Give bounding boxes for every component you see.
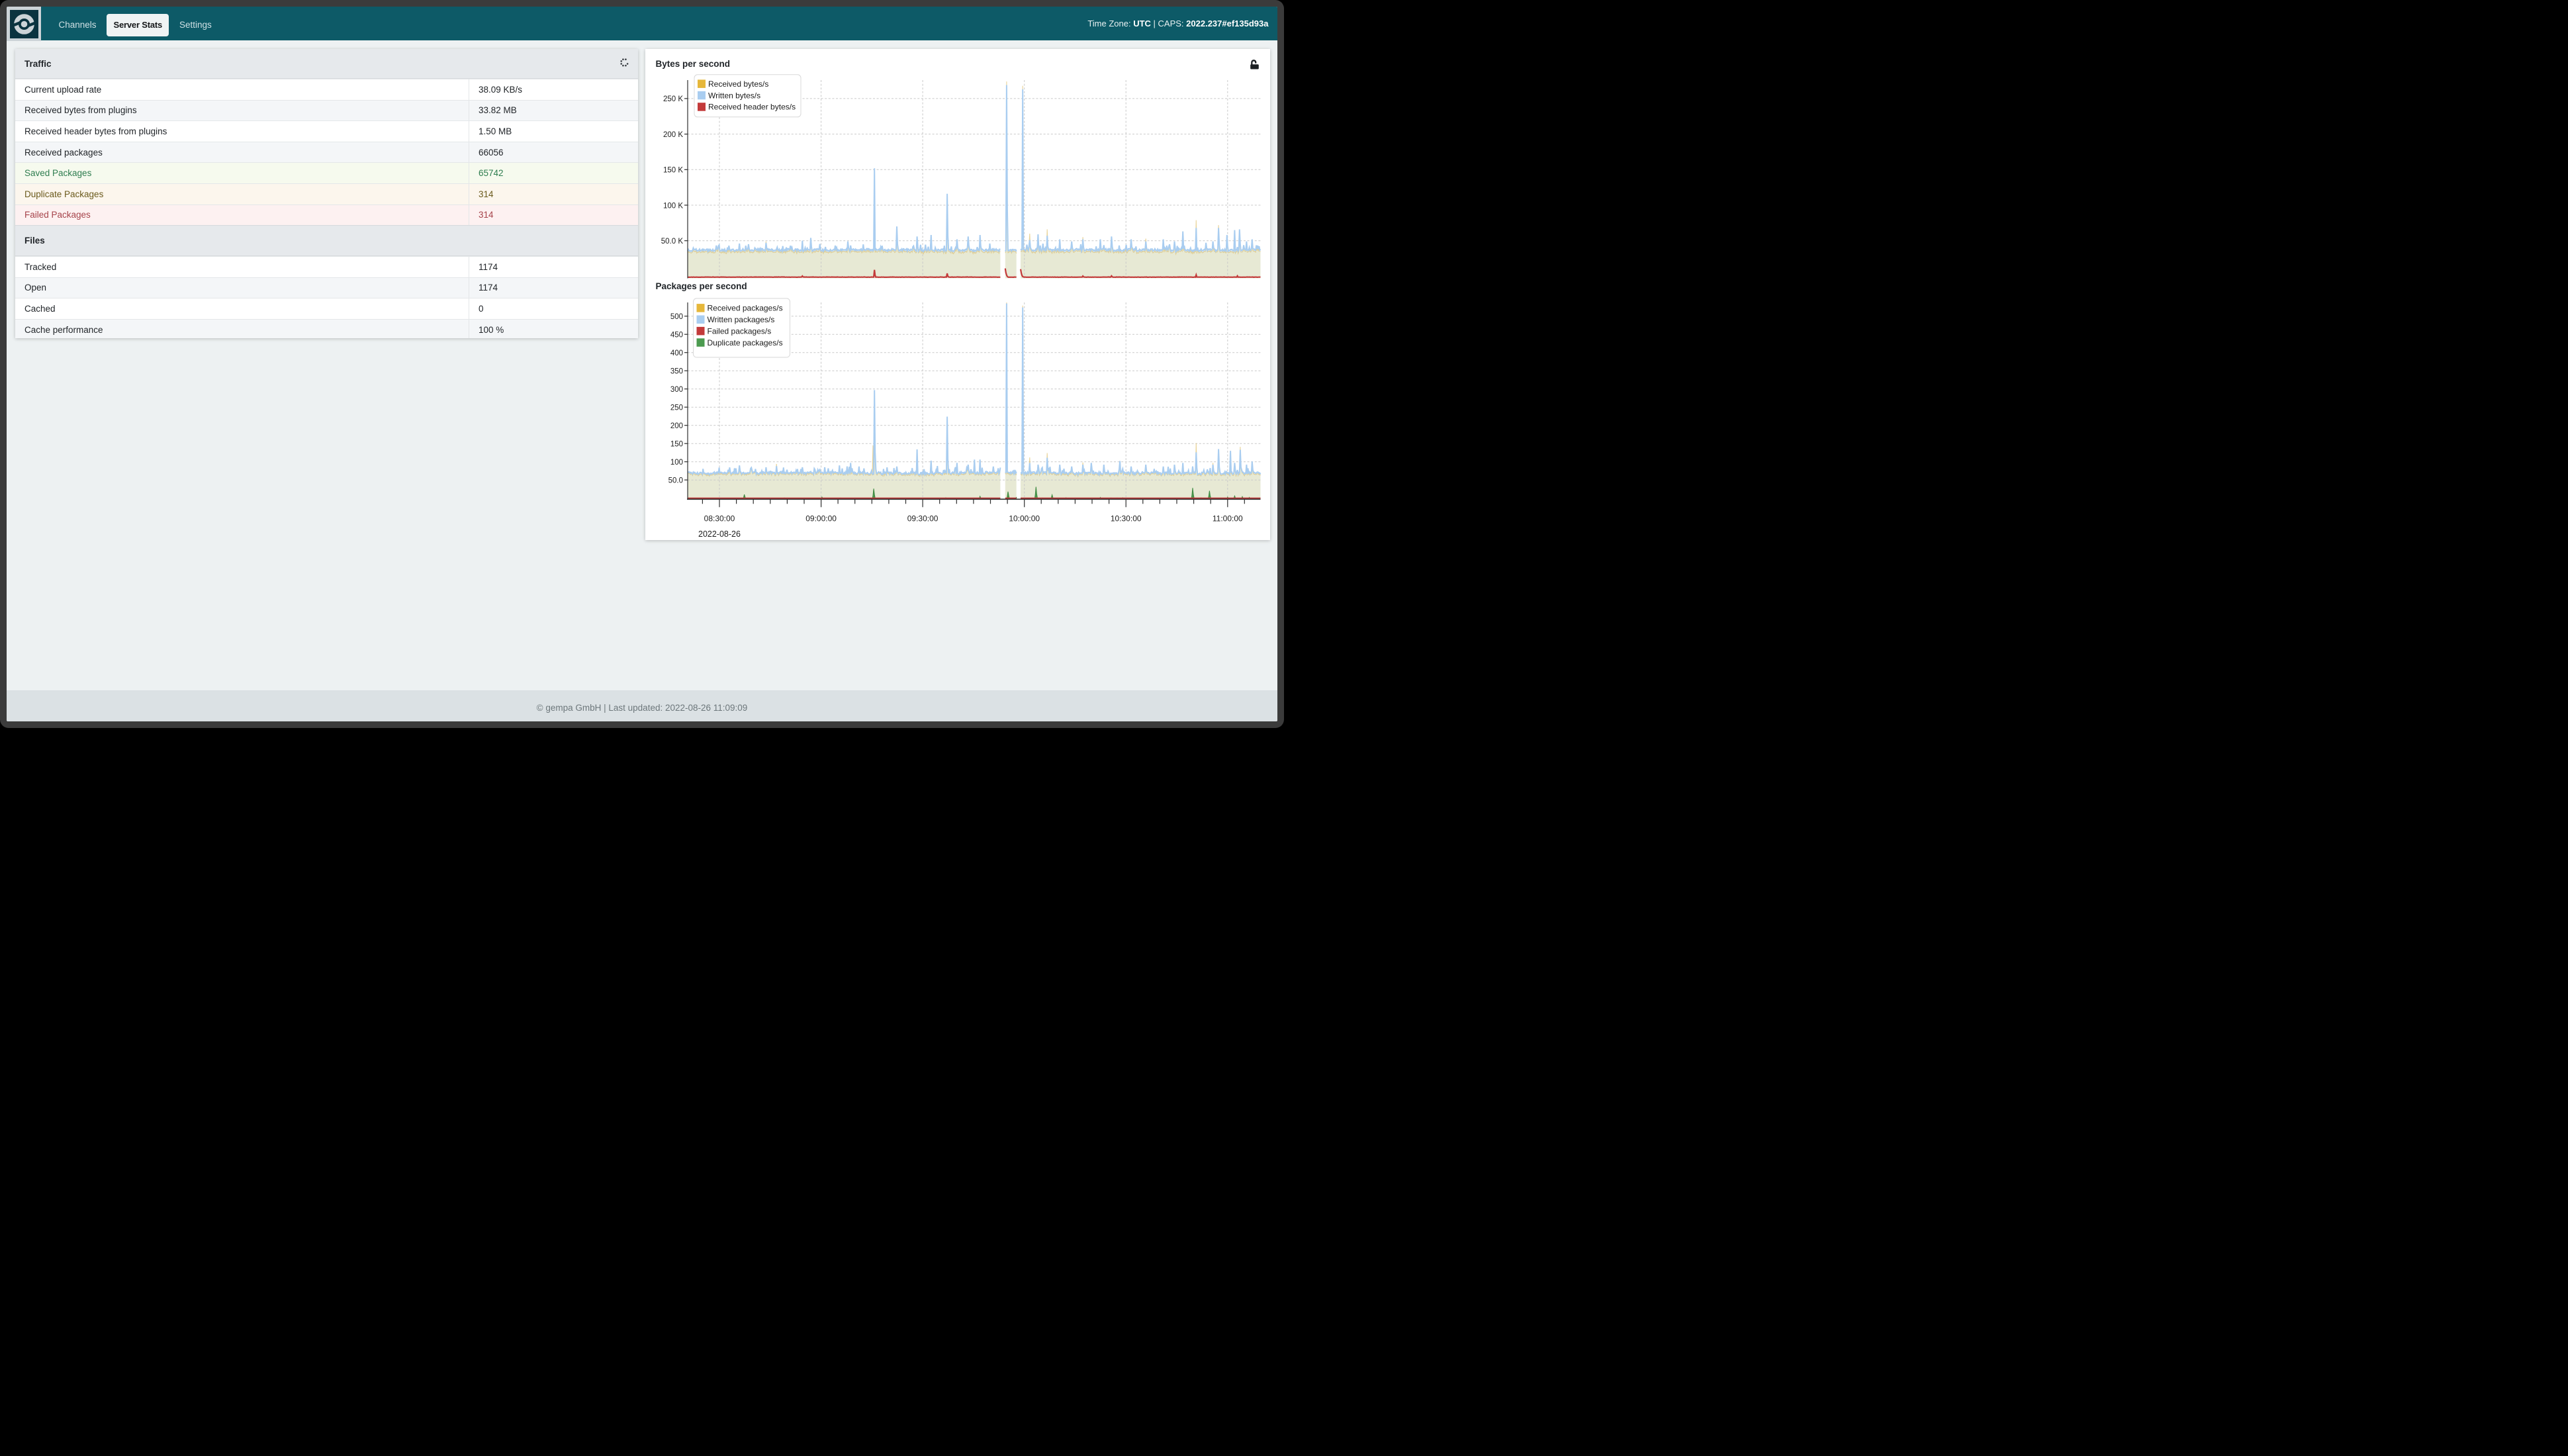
svg-text:500: 500 [670, 313, 683, 321]
svg-text:200: 200 [670, 422, 683, 430]
svg-text:09:30:00: 09:30:00 [907, 514, 939, 523]
svg-text:10:00:00: 10:00:00 [1009, 514, 1040, 523]
svg-text:100: 100 [670, 459, 683, 467]
svg-text:350: 350 [670, 368, 683, 376]
svg-text:150: 150 [670, 441, 683, 449]
svg-text:50.0 K: 50.0 K [661, 238, 684, 246]
svg-text:09:00:00: 09:00:00 [805, 514, 837, 523]
svg-text:Failed packages/s: Failed packages/s [708, 326, 772, 336]
svg-text:Received bytes/s: Received bytes/s [708, 79, 768, 89]
svg-text:Received packages/s: Received packages/s [708, 304, 783, 313]
svg-text:Written bytes/s: Written bytes/s [708, 91, 760, 100]
svg-text:200 K: 200 K [663, 131, 683, 139]
svg-text:150 K: 150 K [663, 167, 683, 175]
svg-text:10:30:00: 10:30:00 [1111, 514, 1142, 523]
svg-text:250 K: 250 K [663, 95, 683, 103]
svg-text:400: 400 [670, 349, 683, 357]
svg-text:2022-08-26: 2022-08-26 [698, 529, 741, 539]
svg-text:Written packages/s: Written packages/s [708, 315, 775, 324]
svg-text:11:00:00: 11:00:00 [1213, 514, 1243, 523]
svg-text:Duplicate packages/s: Duplicate packages/s [708, 338, 783, 347]
svg-text:08:30:00: 08:30:00 [704, 514, 735, 523]
svg-text:300: 300 [670, 386, 683, 394]
svg-text:450: 450 [670, 332, 683, 340]
svg-text:250: 250 [670, 404, 683, 412]
svg-text:100 K: 100 K [663, 202, 683, 210]
svg-text:Received header bytes/s: Received header bytes/s [708, 103, 796, 112]
svg-text:50.0: 50.0 [668, 477, 683, 485]
